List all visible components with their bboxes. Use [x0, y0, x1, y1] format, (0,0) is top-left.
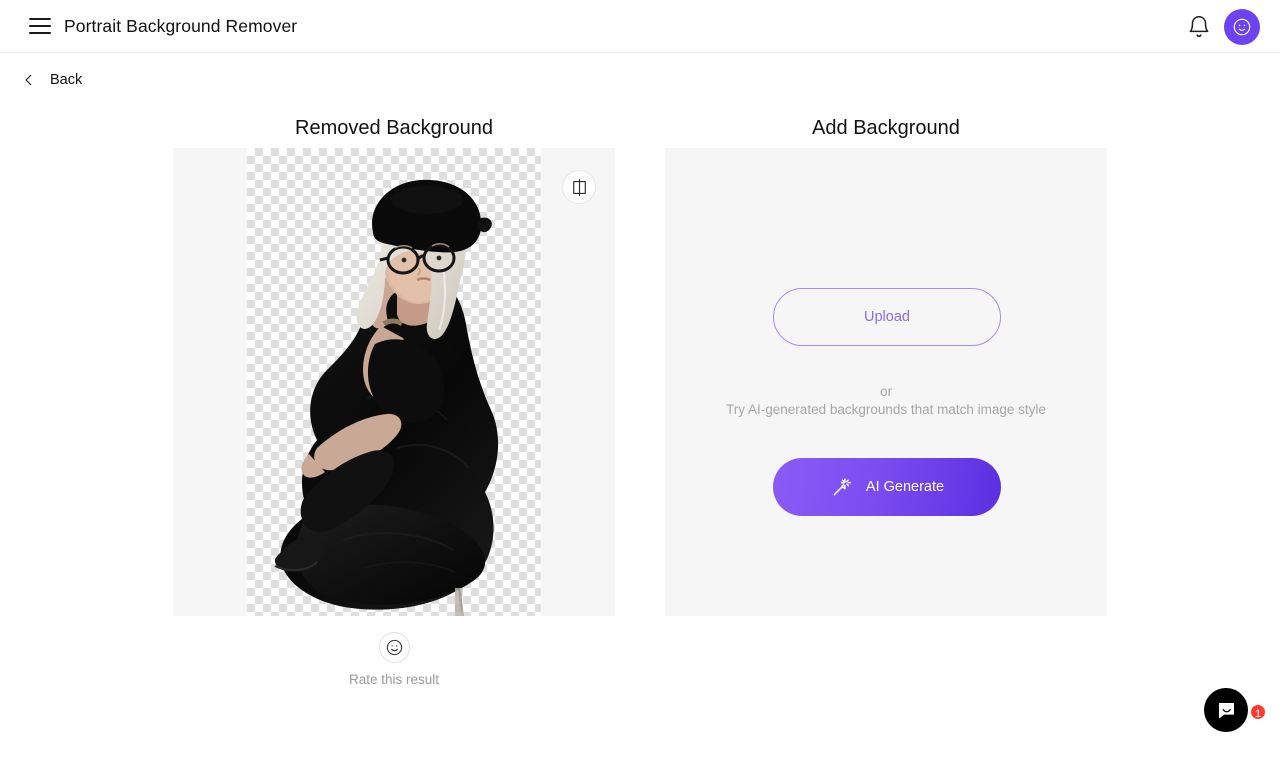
hamburger-line [29, 18, 51, 20]
upload-button[interactable]: Upload [773, 288, 1001, 346]
chat-launcher[interactable]: 1 [1204, 688, 1267, 750]
rate-result-group: Rate this result [173, 632, 615, 687]
portrait-image [274, 179, 499, 616]
rate-result-label: Rate this result [348, 672, 440, 687]
back-button[interactable]: Back [22, 72, 82, 88]
add-background-panel: Upload or Try AI-generated backgrounds t… [665, 148, 1107, 616]
or-separator-label: or [879, 384, 892, 399]
app-header: Portrait Background Remover [0, 0, 1280, 53]
chat-unread-badge: 1 [1249, 703, 1267, 721]
ai-generate-button[interactable]: AI Generate [773, 458, 1001, 516]
split-compare-icon[interactable] [562, 170, 596, 204]
avatar[interactable] [1224, 9, 1260, 45]
upload-label: Upload [864, 309, 910, 325]
magic-wand-icon [833, 477, 852, 495]
hamburger-line [29, 25, 51, 27]
removed-background-title: Removed Background [295, 117, 493, 139]
chat-bubble-icon[interactable] [1204, 688, 1248, 732]
chevron-left-icon [25, 74, 32, 86]
ai-hint-label: Try AI-generated backgrounds that match … [726, 402, 1046, 417]
rate-smiley-button[interactable] [378, 632, 410, 663]
removed-background-panel [173, 148, 615, 616]
smiley-avatar-icon [1233, 18, 1251, 36]
transparency-checkerboard [247, 148, 541, 616]
hamburger-line [29, 32, 51, 34]
page-title: Portrait Background Remover [64, 16, 298, 36]
smiley-face-icon [386, 639, 402, 656]
hamburger-menu-icon[interactable] [29, 15, 51, 37]
bell-icon[interactable] [1186, 14, 1212, 40]
add-background-title: Add Background [812, 117, 960, 139]
ai-generate-label: AI Generate [865, 479, 945, 495]
back-label: Back [50, 72, 83, 88]
sub-header: Back [0, 53, 1280, 117]
